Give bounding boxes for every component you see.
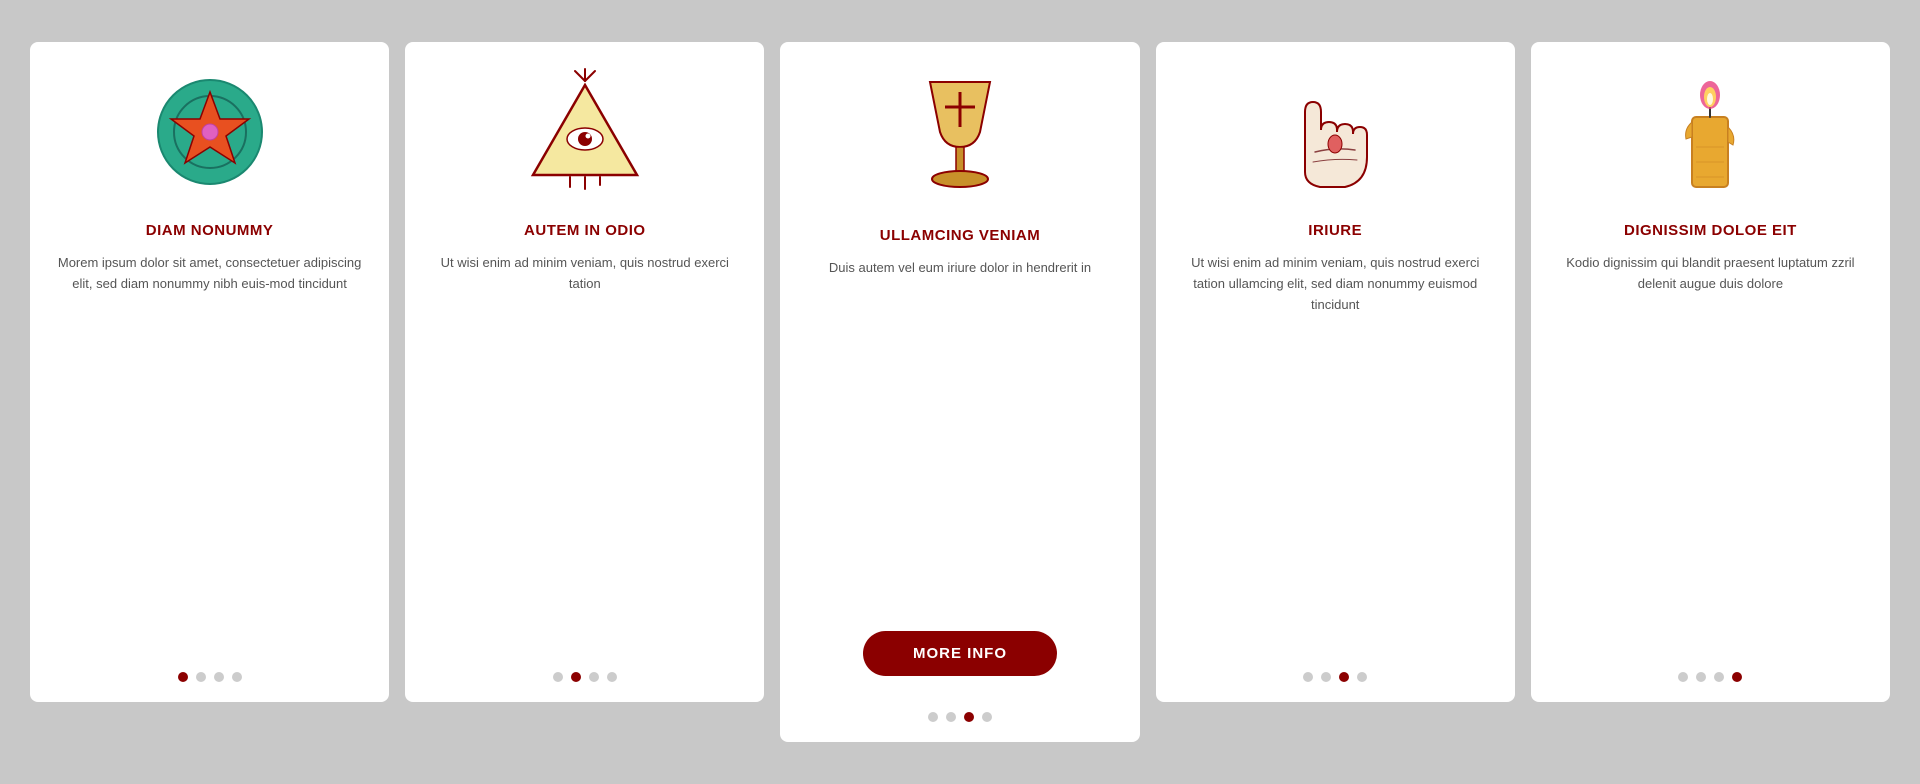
- dot: [1696, 672, 1706, 682]
- dot: [196, 672, 206, 682]
- dot: [964, 712, 974, 722]
- dot: [553, 672, 563, 682]
- card-2-title: AUTEM IN ODIO: [524, 222, 646, 239]
- dot: [1321, 672, 1331, 682]
- card-1-title: DIAM NONUMMY: [146, 222, 274, 239]
- dot: [1357, 672, 1367, 682]
- card-autem-in-odio: AUTEM IN ODIO Ut wisi enim ad minim veni…: [405, 42, 764, 702]
- card-4-text: Ut wisi enim ad minim veniam, quis nostr…: [1176, 253, 1495, 656]
- card-3-title: ULLAMCING VENIAM: [880, 227, 1041, 244]
- candle-icon: [1650, 72, 1770, 192]
- dot: [589, 672, 599, 682]
- dot: [232, 672, 242, 682]
- dot: [1732, 672, 1742, 682]
- chalice-icon: [900, 77, 1020, 197]
- card-5-text: Kodio dignissim qui blandit praesent lup…: [1551, 253, 1870, 656]
- dot: [571, 672, 581, 682]
- card-3-dots: [928, 696, 992, 722]
- pentagram-icon: [150, 72, 270, 192]
- dot: [214, 672, 224, 682]
- dot: [1678, 672, 1688, 682]
- card-5-title: DIGNISSIM DOLOE EIT: [1624, 222, 1797, 239]
- more-info-button[interactable]: MORE INFO: [863, 631, 1057, 676]
- card-4-title: IRIURE: [1308, 222, 1362, 239]
- card-diam-nonummy: DIAM NONUMMY Morem ipsum dolor sit amet,…: [30, 42, 389, 702]
- dot: [1303, 672, 1313, 682]
- dot: [178, 672, 188, 682]
- dot: [982, 712, 992, 722]
- card-2-text: Ut wisi enim ad minim veniam, quis nostr…: [425, 253, 744, 656]
- cards-container: DIAM NONUMMY Morem ipsum dolor sit amet,…: [30, 42, 1890, 742]
- card-1-dots: [178, 656, 242, 682]
- eye-triangle-icon: [525, 72, 645, 192]
- card-iriure: IRIURE Ut wisi enim ad minim veniam, qui…: [1156, 42, 1515, 702]
- dot: [607, 672, 617, 682]
- card-1-text: Morem ipsum dolor sit amet, consectetuer…: [50, 253, 369, 656]
- dot: [1339, 672, 1349, 682]
- dot: [946, 712, 956, 722]
- card-4-dots: [1303, 656, 1367, 682]
- dot: [928, 712, 938, 722]
- dot: [1714, 672, 1724, 682]
- card-2-dots: [553, 656, 617, 682]
- hand-icon: [1275, 72, 1395, 192]
- card-ullamcing-veniam: ULLAMCING VENIAM Duis autem vel eum iriu…: [780, 42, 1139, 742]
- card-5-dots: [1678, 656, 1742, 682]
- card-dignissim: DIGNISSIM DOLOE EIT Kodio dignissim qui …: [1531, 42, 1890, 702]
- card-3-text: Duis autem vel eum iriure dolor in hendr…: [829, 258, 1091, 611]
